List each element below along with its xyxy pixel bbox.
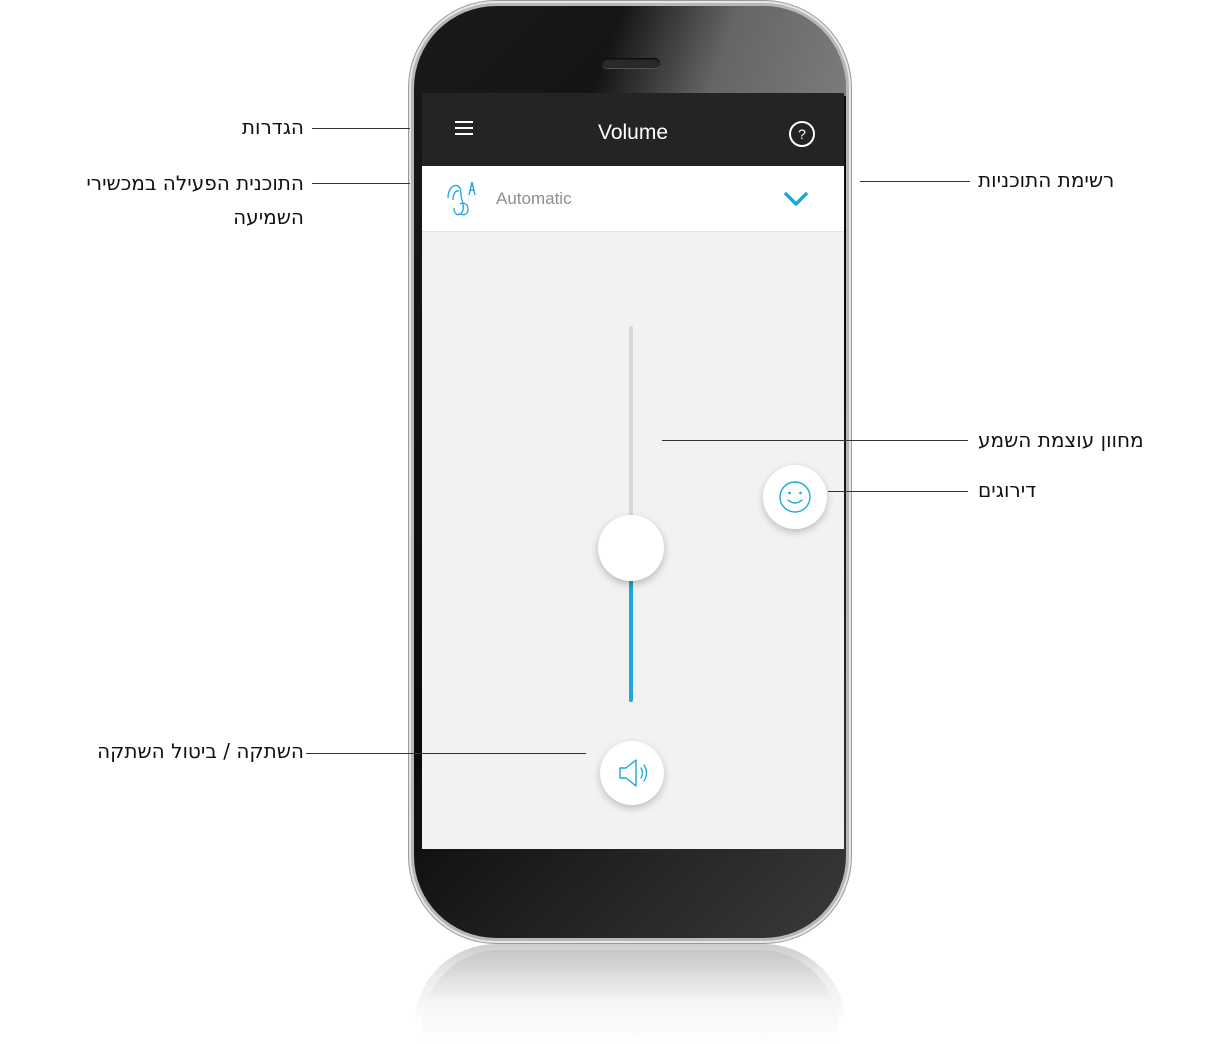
help-icon[interactable]: ?: [789, 121, 815, 147]
mute-button[interactable]: [600, 741, 664, 805]
callout-volume-indicator: מחוון עוצמת השמע: [978, 428, 1144, 452]
callout-line-program-list: [860, 181, 970, 182]
speaker-volume-icon: [619, 759, 648, 787]
app-screen: Volume ? Automatic: [422, 93, 844, 849]
callout-active-program-line2: השמיעה: [233, 205, 304, 229]
hearing-aid-automatic-icon: [447, 181, 476, 216]
phone-reflection: [414, 944, 846, 1044]
callout-program-list: רשימת התוכניות: [978, 168, 1115, 192]
earpiece-speaker: [602, 58, 660, 68]
callout-line-settings: [312, 128, 410, 129]
smiley-face-icon: [779, 481, 811, 513]
active-program-name: Automatic: [496, 189, 572, 208]
volume-slider-thumb[interactable]: [598, 515, 664, 581]
callout-line-mute: [306, 753, 586, 754]
page-title: Volume: [597, 121, 669, 144]
rating-button[interactable]: [763, 465, 827, 529]
callout-settings: הגדרות: [241, 115, 304, 139]
chevron-down-icon[interactable]: [780, 189, 812, 209]
callout-line-active-program: [312, 183, 410, 184]
callout-active-program-line1: התוכנית הפעילה במכשירי: [86, 171, 304, 195]
phone-frame: Volume ? Automatic: [414, 6, 846, 938]
phone-gloss: [414, 6, 846, 96]
callout-mute: השתקה / ביטול השתקה: [97, 739, 304, 763]
callout-ratings: דירוגים: [978, 478, 1037, 502]
callout-line-volume-indicator: [662, 440, 968, 441]
volume-slider-track[interactable]: [629, 326, 633, 702]
program-selector[interactable]: Automatic: [422, 166, 844, 232]
callout-line-ratings: [828, 491, 968, 492]
app-bar: Volume ?: [422, 93, 844, 166]
